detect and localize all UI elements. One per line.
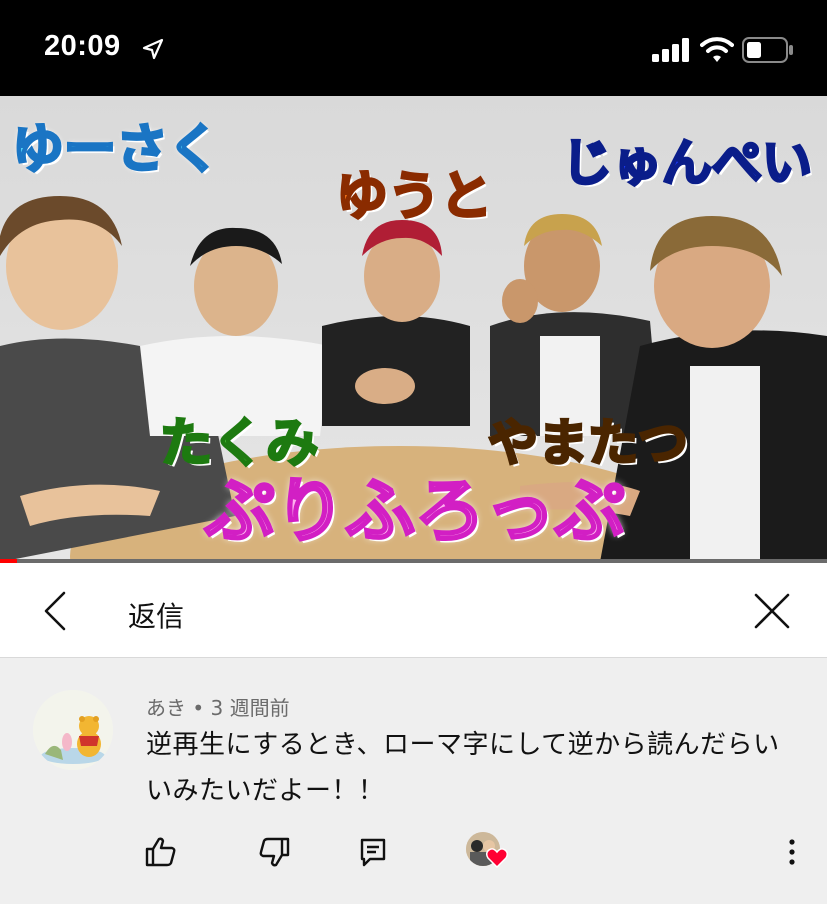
creator-heart-icon bbox=[466, 832, 510, 872]
status-bar: 20:09 bbox=[0, 0, 827, 96]
video-player[interactable]: ゆーさく ゆうと じゅんぺい たくみ やまたつ ぷりふろっぷ bbox=[0, 96, 827, 562]
comment-age: 3 週間前 bbox=[210, 696, 290, 720]
location-arrow-icon bbox=[142, 38, 164, 60]
chevron-left-icon[interactable] bbox=[34, 587, 76, 635]
caption-yuto: ゆうと bbox=[334, 167, 493, 227]
winnie-pooh-avatar-image bbox=[33, 690, 113, 770]
caption-takumi: たくみ bbox=[158, 414, 319, 474]
battery-icon bbox=[742, 37, 793, 63]
wifi-icon bbox=[700, 37, 734, 62]
comment-author[interactable]: あき bbox=[146, 696, 186, 720]
reply-panel-title: 返信 bbox=[128, 600, 185, 633]
thumbs-up-icon[interactable] bbox=[143, 834, 179, 870]
caption-junpei: じゅんぺい bbox=[561, 134, 814, 192]
comment-text: 逆再生にするとき、ローマ字にして逆から読んだらいいみたいだよー！！ bbox=[146, 730, 780, 806]
avatar[interactable] bbox=[33, 690, 113, 770]
caption-yusaku: ゆーさく bbox=[10, 120, 221, 180]
heart-icon bbox=[486, 848, 508, 868]
more-vert-icon[interactable] bbox=[780, 834, 804, 870]
comment-item: あき • 3 週間前 逆再生にするとき、ローマ字にして逆から読んだらいいみたいだ… bbox=[0, 658, 827, 904]
meta-separator: • bbox=[192, 696, 205, 720]
status-time: 20:09 bbox=[44, 30, 121, 62]
thumbs-down-icon[interactable] bbox=[256, 834, 292, 870]
cellular-signal-icon bbox=[652, 38, 689, 62]
reply-icon[interactable] bbox=[355, 834, 391, 870]
reply-panel-header: 返信 bbox=[0, 563, 827, 658]
comment-meta: あき • 3 週間前 bbox=[146, 692, 290, 721]
caption-channel-title: ぷりふろっぷ bbox=[204, 470, 627, 552]
caption-yamatatsu: やまたつ bbox=[487, 414, 690, 472]
close-icon[interactable] bbox=[748, 587, 796, 635]
